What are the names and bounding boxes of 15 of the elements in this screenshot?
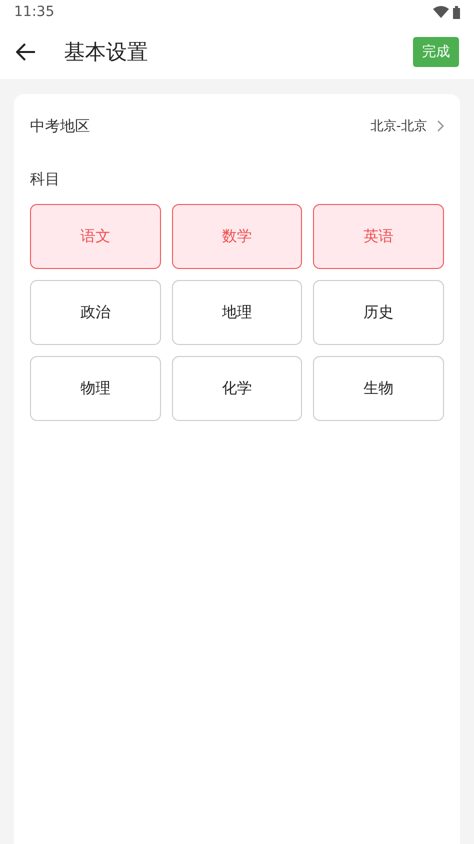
region-value[interactable]: 北京-北京	[370, 117, 427, 135]
subjects-label: 科目	[30, 170, 60, 189]
chevron-right-icon[interactable]	[437, 120, 444, 132]
page-title: 基本设置	[64, 38, 149, 66]
subject-option[interactable]: 历史	[313, 280, 444, 345]
wifi-icon	[433, 6, 449, 18]
subject-option[interactable]: 物理	[30, 356, 161, 421]
subject-option[interactable]: 地理	[172, 280, 302, 345]
subject-option[interactable]: 化学	[172, 356, 302, 421]
battery-icon	[453, 6, 460, 18]
status-time: 11:35	[14, 4, 54, 20]
region-label: 中考地区	[30, 116, 91, 136]
subject-option[interactable]: 政治	[30, 280, 161, 345]
back-icon[interactable]	[16, 42, 36, 60]
subject-option[interactable]: 生物	[313, 356, 444, 421]
